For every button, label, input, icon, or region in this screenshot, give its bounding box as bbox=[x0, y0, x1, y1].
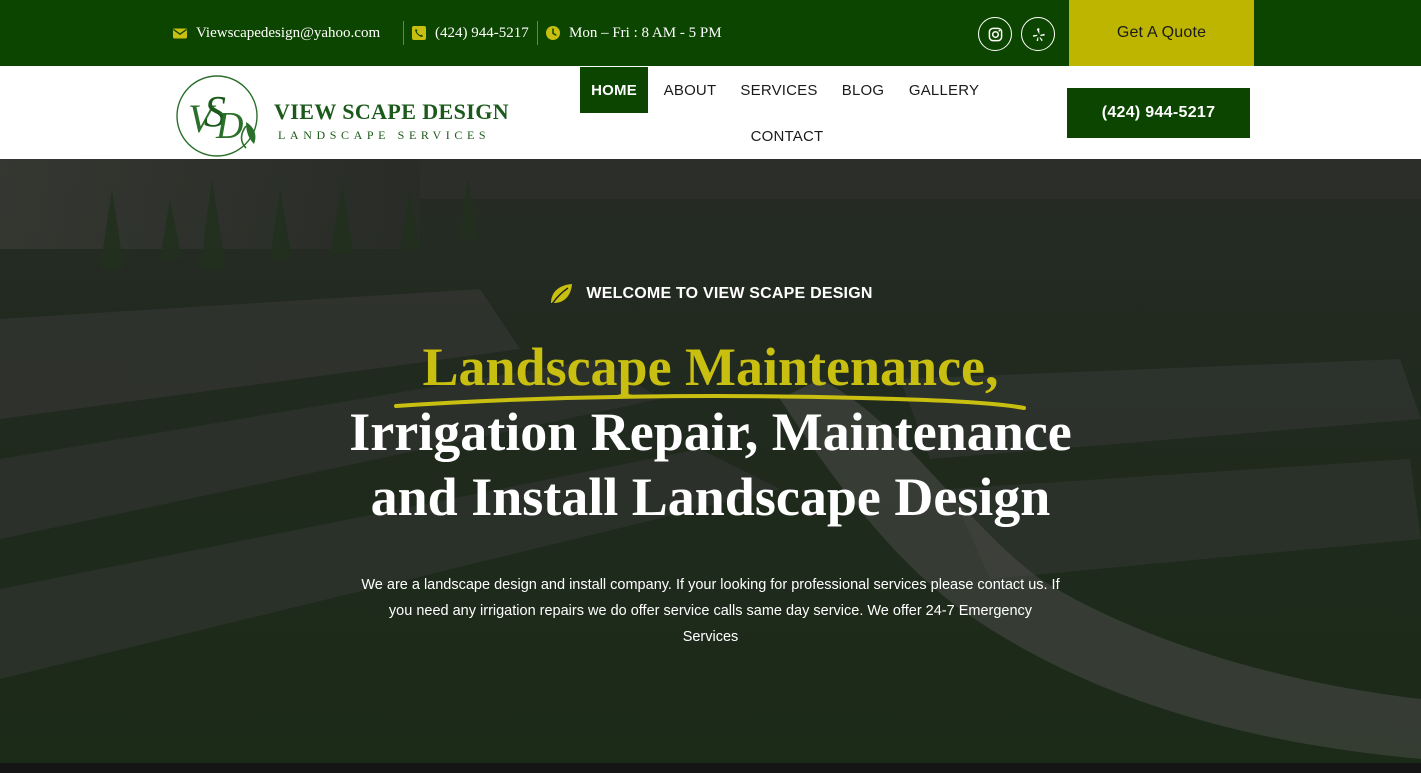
email-link[interactable]: Viewscapedesign@yahoo.com bbox=[172, 22, 380, 44]
hero-description: We are a landscape design and install co… bbox=[361, 577, 1060, 645]
phone-link[interactable]: (424) 944-5217 bbox=[411, 22, 529, 44]
svg-text:D: D bbox=[215, 105, 243, 147]
nav-gallery[interactable]: GALLERY bbox=[900, 67, 988, 113]
headline-line-2: and Install Landscape Design bbox=[370, 467, 1051, 527]
nav-blog[interactable]: BLOG bbox=[832, 67, 894, 113]
logo-title: VIEW SCAPE DESIGN bbox=[274, 99, 510, 124]
nav-home[interactable]: HOME bbox=[580, 67, 648, 113]
yelp-link[interactable] bbox=[1021, 17, 1055, 51]
nav-services[interactable]: SERVICES bbox=[732, 67, 826, 113]
header-phone-button[interactable]: (424) 944-5217 bbox=[1067, 88, 1250, 138]
logo[interactable]: V S D bbox=[174, 74, 266, 158]
headline-line-1: Irrigation Repair, Maintenance bbox=[349, 402, 1072, 462]
business-hours: Mon – Fri : 8 AM - 5 PM bbox=[545, 22, 722, 44]
yelp-icon bbox=[1031, 27, 1046, 42]
hours-text: Mon – Fri : 8 AM - 5 PM bbox=[569, 24, 722, 41]
email-text: Viewscapedesign@yahoo.com bbox=[196, 24, 381, 41]
hero-kicker: WELCOME TO VIEW SCAPE DESIGN bbox=[0, 282, 1421, 306]
divider bbox=[403, 21, 404, 45]
nav-about[interactable]: ABOUT bbox=[654, 67, 726, 113]
phone-text: (424) 944-5217 bbox=[435, 24, 529, 41]
instagram-icon bbox=[988, 27, 1003, 42]
logo-subtitle: LANDSCAPE SERVICES bbox=[278, 128, 491, 142]
leaf-icon bbox=[548, 282, 574, 306]
email-icon bbox=[172, 25, 188, 41]
nav-contact[interactable]: CONTACT bbox=[740, 113, 834, 159]
kicker-text: WELCOME TO VIEW SCAPE DESIGN bbox=[586, 285, 873, 302]
get-a-quote-button[interactable]: Get A Quote bbox=[1069, 0, 1254, 66]
headline-highlight: Landscape Maintenance, bbox=[422, 337, 999, 397]
clock-icon bbox=[545, 25, 561, 41]
instagram-link[interactable] bbox=[978, 17, 1012, 51]
divider bbox=[537, 21, 538, 45]
phone-icon bbox=[411, 25, 427, 41]
